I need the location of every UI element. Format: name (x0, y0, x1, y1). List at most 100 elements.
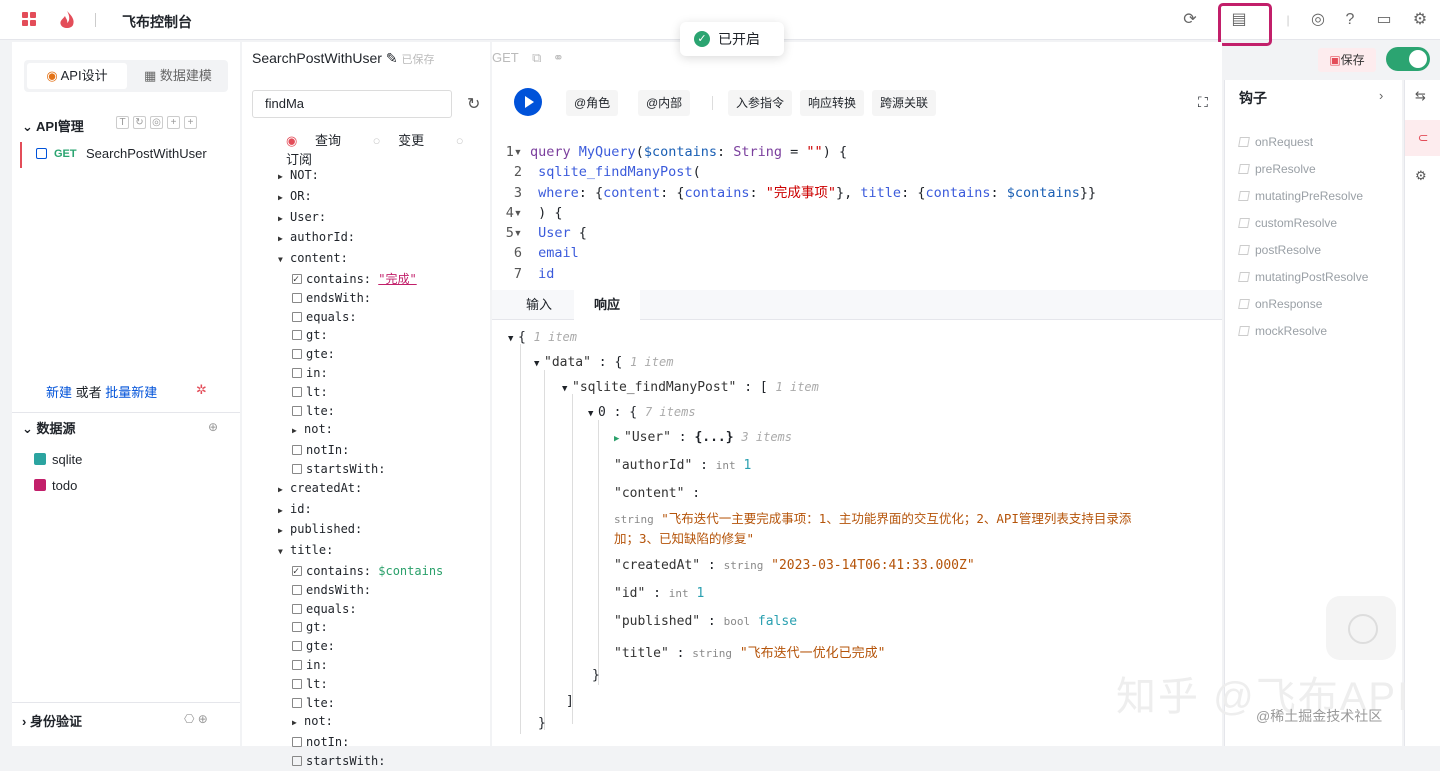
video-play-icon (1326, 596, 1396, 660)
tree-node[interactable]: ▶ published: (278, 520, 443, 541)
json-createdat: "createdAt" : string "2023-03-14T06:41:3… (614, 558, 975, 573)
code-editor[interactable]: 1▾ query MyQuery($contains: String = "") … (500, 142, 1096, 284)
tree-node[interactable]: ▶ User: (278, 208, 443, 229)
add-folder-icon[interactable]: + (184, 116, 197, 129)
tree-node[interactable]: ▶ not: (278, 712, 443, 733)
tree-node[interactable]: contains: "完成" (278, 270, 443, 290)
refresh-icon[interactable]: ↻ (467, 94, 480, 114)
radio-icon: ○ (455, 133, 464, 148)
json-root[interactable]: ▼{ 1 item (508, 330, 577, 345)
help-icon[interactable]: ? (1340, 10, 1360, 30)
settings-icon[interactable]: ⚙ (1410, 10, 1430, 30)
tree-node[interactable]: startsWith: (278, 460, 443, 479)
json-data-node[interactable]: ▼ "data" : { 1 item (534, 355, 673, 370)
explorer-search-input[interactable]: findMa (252, 90, 452, 118)
filter-icon[interactable]: T (116, 116, 129, 129)
tree-node[interactable]: gt: (278, 618, 443, 637)
tab-response[interactable]: 响应 (574, 290, 641, 320)
github-icon[interactable]: ◎ (1308, 10, 1328, 30)
add-icon[interactable]: + (167, 116, 180, 129)
folder-icon[interactable]: ◎ (150, 116, 163, 129)
method-label[interactable]: GET (492, 50, 519, 65)
tree-node[interactable]: in: (278, 656, 443, 675)
tree-node[interactable]: ▶ OR: (278, 187, 443, 208)
tree-node[interactable]: lte: (278, 694, 443, 713)
tree-node[interactable]: gt: (278, 326, 443, 345)
datasource-header[interactable]: ⌄ 数据源 (22, 418, 76, 437)
tree-node[interactable]: ▶ not: (278, 420, 443, 441)
tree-node[interactable]: notIn: (278, 733, 443, 752)
tree-node[interactable]: endsWith: (278, 289, 443, 308)
api-item-searchpostwithuser[interactable]: GET SearchPostWithUser (20, 142, 232, 168)
hook-item[interactable]: preResolve (1238, 162, 1316, 176)
save-button[interactable]: ▣保存 (1318, 48, 1376, 72)
internal-button[interactable]: @内部 (638, 90, 691, 116)
radio-mutation[interactable]: ○ 变更 (373, 133, 439, 148)
tree-node[interactable]: lt: (278, 675, 443, 694)
tree-node[interactable]: lte: (278, 402, 443, 421)
tree-node[interactable]: ▶ createdAt: (278, 479, 443, 500)
flow-icon[interactable]: ⇆ (1415, 88, 1426, 104)
settings-icon[interactable]: ⚙ (1415, 168, 1427, 184)
tree-node[interactable]: ▼ content: (278, 249, 443, 270)
hook-item[interactable]: onRequest (1238, 135, 1313, 149)
enable-toggle[interactable] (1386, 47, 1430, 71)
response-transform-button[interactable]: 响应转换 (800, 90, 865, 116)
tree-node[interactable]: notIn: (278, 441, 443, 460)
tree-node[interactable]: gte: (278, 345, 443, 364)
radio-icon: ○ (372, 133, 381, 148)
cross-source-button[interactable]: 跨源关联 (872, 90, 937, 116)
link-icon[interactable]: ⚭ (553, 50, 564, 65)
tree-node[interactable]: ▶ authorId: (278, 228, 443, 249)
copy-icon[interactable]: ⧉ (532, 50, 541, 65)
hook-item[interactable]: mockResolve (1238, 324, 1327, 338)
tree-node[interactable]: ▼ title: (278, 541, 443, 562)
tree-node[interactable]: lt: (278, 383, 443, 402)
json-user-node[interactable]: ▶ "User" : {...} 3 items (614, 430, 792, 445)
gear-icon[interactable]: ✲ (196, 382, 207, 398)
json-content-value-cont: 加；3、已知缺陷的修复" (614, 531, 755, 546)
hook-item[interactable]: postResolve (1238, 243, 1321, 257)
datasource-todo[interactable]: todo (34, 478, 77, 493)
saved-state: 已保存 (401, 54, 435, 66)
batch-new-link[interactable]: 批量新建 (105, 385, 157, 400)
tab-input[interactable]: 输入 (506, 290, 572, 320)
datasource-sqlite[interactable]: sqlite (34, 452, 82, 467)
tab-api-design[interactable]: ◉ API设计 (27, 63, 127, 89)
tab-data-model[interactable]: ▦ 数据建模 (144, 63, 212, 89)
tree-node[interactable]: equals: (278, 308, 443, 327)
tree-node[interactable]: startsWith: (278, 752, 443, 771)
new-link[interactable]: 新建 (46, 385, 72, 400)
tree-node[interactable]: in: (278, 364, 443, 383)
hook-item[interactable]: mutatingPreResolve (1238, 189, 1363, 203)
user-icon[interactable]: ⎔ ⊕ (184, 712, 208, 726)
tree-node[interactable]: endsWith: (278, 581, 443, 600)
tree-node[interactable]: contains: $contains (278, 562, 443, 582)
message-icon[interactable]: ▭ (1374, 10, 1394, 30)
run-button[interactable] (514, 88, 542, 116)
tree-node[interactable]: ▶ NOT: (278, 166, 443, 187)
apps-grid-icon[interactable] (22, 12, 36, 26)
radio-query[interactable]: ◉ 查询 (286, 133, 355, 148)
hook-item[interactable]: mutatingPostResolve (1238, 270, 1368, 284)
input-directive-button[interactable]: 入参指令 (728, 90, 793, 116)
refresh-icon[interactable]: ⟳ (1180, 10, 1200, 30)
tree-node[interactable]: equals: (278, 600, 443, 619)
divider (95, 13, 96, 27)
auth-header[interactable]: › 身份验证 (22, 711, 82, 730)
hook-item[interactable]: customResolve (1238, 216, 1337, 230)
hook-item[interactable]: onResponse (1238, 297, 1322, 311)
tree-node[interactable]: gte: (278, 637, 443, 656)
add-datasource-icon[interactable]: ⊕ (208, 420, 218, 434)
refresh-small-icon[interactable]: ↻ (133, 116, 146, 129)
edit-icon[interactable]: ✎ (386, 50, 398, 66)
api-management-header[interactable]: ⌄ API管理 (22, 116, 84, 135)
json-find-node[interactable]: ▼ "sqlite_findManyPost" : [ 1 item (562, 380, 819, 395)
chevron-right-icon[interactable]: › (1379, 88, 1383, 103)
hook-icon[interactable]: ⊂ (1405, 120, 1440, 156)
json-index-node[interactable]: ▼ 0 : { 7 items (588, 405, 696, 420)
tree-node[interactable]: ▶ id: (278, 500, 443, 521)
expand-icon[interactable]: ⛶ (1198, 94, 1208, 111)
role-button[interactable]: @角色 (566, 90, 619, 116)
or-text: 或者 (75, 385, 102, 400)
